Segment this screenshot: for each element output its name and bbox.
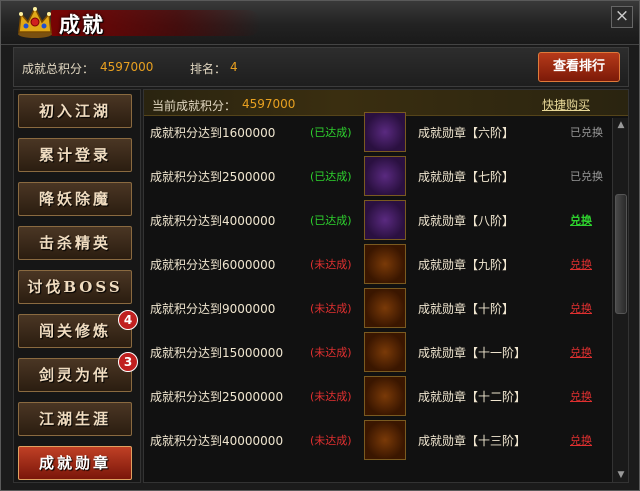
list-item: 成就积分达到40000000 (未达成) 成就勋章【十三阶】 兑换 [144, 418, 612, 462]
status-text: (未达成) [310, 258, 352, 271]
medal-name: 成就勋章【九阶】 [418, 258, 515, 272]
current-score-value: 4597000 [242, 97, 296, 111]
status-text: (已达成) [310, 126, 352, 139]
exchanged-label: 已兑换 [570, 126, 603, 139]
crown-icon [18, 6, 52, 38]
list-scrollbar[interactable]: ▲ ▼ [612, 118, 628, 482]
medal-icon [364, 420, 406, 460]
requirement-text: 成就积分达到40000000 [150, 434, 284, 448]
medal-name: 成就勋章【十三阶】 [418, 434, 527, 448]
scroll-down-icon[interactable]: ▼ [613, 468, 628, 482]
medal-icon [364, 332, 406, 372]
category-sidebar: 初入江湖 累计登录 降妖除魔 击杀精英 讨伐BOSS 闯关修炼 4 剑灵为伴 3… [13, 89, 141, 483]
medal-name: 成就勋章【十阶】 [418, 302, 515, 316]
total-score-label: 成就总积分： [22, 62, 95, 76]
medal-name: 成就勋章【六阶】 [418, 126, 515, 140]
list-item: 成就积分达到6000000 (未达成) 成就勋章【九阶】 兑换 [144, 242, 612, 286]
list-item: 成就积分达到4000000 (已达成) 成就勋章【八阶】 兑换 [144, 198, 612, 242]
status-text: (未达成) [310, 302, 352, 315]
window-title: 成就 [59, 12, 105, 37]
medal-icon [364, 376, 406, 416]
list-item: 成就积分达到25000000 (未达成) 成就勋章【十二阶】 兑换 [144, 374, 612, 418]
list-item: 成就积分达到9000000 (未达成) 成就勋章【十阶】 兑换 [144, 286, 612, 330]
requirement-text: 成就积分达到1600000 [150, 126, 276, 140]
view-ranking-button[interactable]: 查看排行 [538, 52, 620, 82]
exchange-link[interactable]: 兑换 [570, 256, 592, 272]
list-item: 成就积分达到1600000 (已达成) 成就勋章【六阶】 已兑换 [144, 110, 612, 154]
achievement-window: 成就 × 成就总积分： 4597000 排名： 4 查看排行 初入江湖 累计登录… [0, 0, 640, 491]
requirement-text: 成就积分达到15000000 [150, 346, 284, 360]
exchanged-label: 已兑换 [570, 170, 603, 183]
scroll-up-icon[interactable]: ▲ [613, 118, 628, 132]
sidebar-item-boss-hunt[interactable]: 讨伐BOSS [18, 270, 132, 304]
status-text: (未达成) [310, 434, 352, 447]
exchange-link[interactable]: 兑换 [570, 344, 592, 360]
scrollbar-thumb[interactable] [615, 194, 627, 314]
title-bar: 成就 × [1, 1, 639, 45]
medal-icon [364, 156, 406, 196]
status-text: (已达成) [310, 214, 352, 227]
requirement-text: 成就积分达到6000000 [150, 258, 276, 272]
notification-badge: 4 [118, 310, 138, 330]
medal-icon [364, 244, 406, 284]
list-item: 成就积分达到15000000 (未达成) 成就勋章【十一阶】 兑换 [144, 330, 612, 374]
exchange-link[interactable]: 兑换 [570, 432, 592, 448]
medal-icon [364, 288, 406, 328]
close-button[interactable]: × [611, 6, 633, 28]
sidebar-item-login-streak[interactable]: 累计登录 [18, 138, 132, 172]
close-icon: × [614, 6, 630, 26]
medal-name: 成就勋章【八阶】 [418, 214, 515, 228]
requirement-text: 成就积分达到25000000 [150, 390, 284, 404]
medal-name: 成就勋章【七阶】 [418, 170, 515, 184]
rank-value: 4 [230, 60, 238, 74]
exchange-link[interactable]: 兑换 [570, 388, 592, 404]
list-item: 成就积分达到2500000 (已达成) 成就勋章【七阶】 已兑换 [144, 154, 612, 198]
status-text: (未达成) [310, 346, 352, 359]
sidebar-item-achievement-medals[interactable]: 成就勋章 [18, 446, 132, 480]
sidebar-item-stage-training[interactable]: 闯关修炼 [18, 314, 132, 348]
status-text: (未达成) [310, 390, 352, 403]
medal-icon [364, 200, 406, 240]
sidebar-item-first-steps[interactable]: 初入江湖 [18, 94, 132, 128]
exchange-link[interactable]: 兑换 [570, 212, 592, 228]
sidebar-item-career[interactable]: 江湖生涯 [18, 402, 132, 436]
total-score-value: 4597000 [100, 60, 154, 74]
medal-list-panel: 当前成就积分： 4597000 快捷购买 成就积分达到1600000 (已达成)… [143, 89, 629, 483]
score-summary-bar: 成就总积分： 4597000 排名： 4 查看排行 [13, 47, 629, 87]
sidebar-item-sword-spirit[interactable]: 剑灵为伴 [18, 358, 132, 392]
requirement-text: 成就积分达到4000000 [150, 214, 276, 228]
medal-icon [364, 112, 406, 152]
requirement-text: 成就积分达到9000000 [150, 302, 276, 316]
sidebar-item-elite-kills[interactable]: 击杀精英 [18, 226, 132, 260]
status-text: (已达成) [310, 170, 352, 183]
rank-label: 排名： [190, 62, 227, 76]
exchange-link[interactable]: 兑换 [570, 300, 592, 316]
requirement-text: 成就积分达到2500000 [150, 170, 276, 184]
medal-name: 成就勋章【十二阶】 [418, 390, 527, 404]
medal-name: 成就勋章【十一阶】 [418, 346, 527, 360]
notification-badge: 3 [118, 352, 138, 372]
sidebar-item-demon-slaying[interactable]: 降妖除魔 [18, 182, 132, 216]
